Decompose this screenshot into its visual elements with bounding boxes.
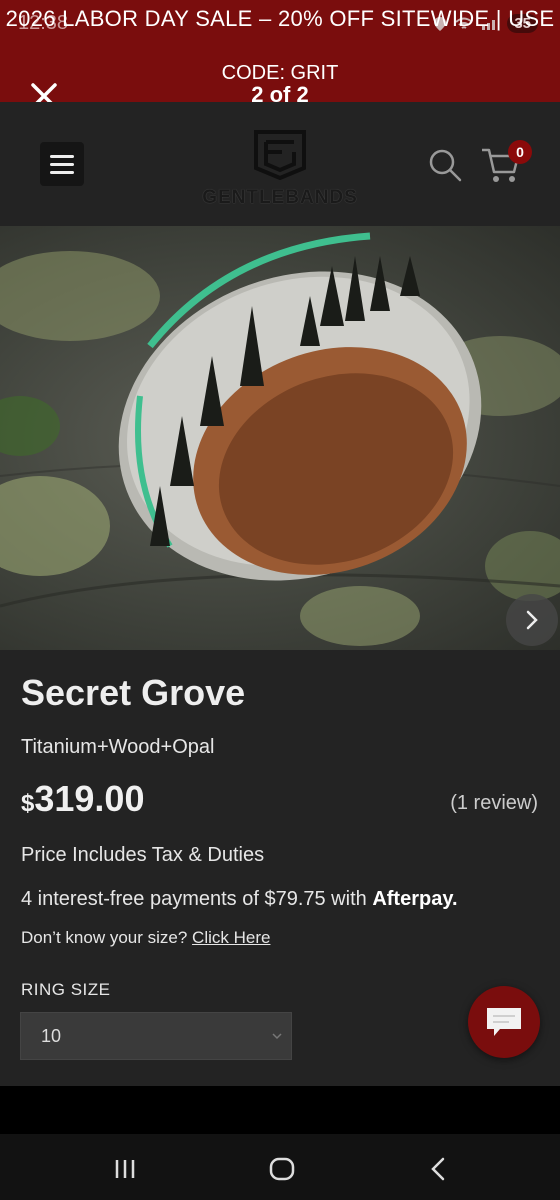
size-help: Don’t know your size? Click Here bbox=[21, 928, 270, 948]
site-header: GENTLEBANDS 0 bbox=[0, 102, 560, 226]
product-image[interactable] bbox=[0, 226, 560, 650]
afterpay-brand[interactable]: Afterpay. bbox=[372, 888, 457, 910]
ring-illustration bbox=[0, 232, 560, 646]
promo-text-line1[interactable]: 2026 LABOR DAY SALE – 20% OFF SITEWIDE |… bbox=[0, 6, 560, 32]
recent-apps-icon[interactable] bbox=[110, 1154, 140, 1184]
cart-count-badge: 0 bbox=[508, 140, 532, 164]
tax-note: Price Includes Tax & Duties bbox=[21, 844, 265, 866]
ring-size-select[interactable]: 10 bbox=[20, 1012, 292, 1060]
logo-text: GENTLEBANDS bbox=[202, 187, 358, 208]
ring-size-value: 10 bbox=[41, 1026, 62, 1046]
menu-icon-bar bbox=[50, 170, 74, 174]
product-material: Titanium+Wood+Opal bbox=[21, 736, 215, 758]
chevron-down-icon bbox=[272, 1033, 282, 1040]
logo-mark-icon bbox=[254, 130, 306, 181]
ring-size-label: RING SIZE bbox=[21, 980, 111, 999]
menu-icon-bar bbox=[50, 162, 74, 166]
home-icon[interactable] bbox=[267, 1154, 297, 1184]
logo[interactable]: GENTLEBANDS bbox=[200, 128, 360, 209]
afterpay-text: 4 interest-free payments of $79.75 with bbox=[21, 888, 367, 910]
size-guide-link[interactable]: Click Here bbox=[192, 928, 270, 947]
price-currency: $ bbox=[21, 790, 35, 817]
promo-banner: 12:38 35 2026 LABOR DAY SALE – 20% OFF S… bbox=[0, 0, 560, 109]
next-image-button[interactable] bbox=[506, 594, 558, 646]
menu-button[interactable] bbox=[40, 142, 84, 186]
chat-bubble-icon bbox=[487, 1008, 521, 1036]
menu-icon-bar bbox=[50, 154, 74, 158]
chevron-right-icon bbox=[526, 610, 538, 630]
size-help-text: Don’t know your size? bbox=[21, 928, 188, 947]
system-nav-bar bbox=[0, 1134, 560, 1200]
chat-button[interactable] bbox=[468, 986, 540, 1058]
product-price: $319.00 bbox=[21, 778, 144, 820]
back-icon[interactable] bbox=[424, 1154, 454, 1184]
afterpay-info[interactable]: 4 interest-free payments of $79.75 with … bbox=[21, 888, 458, 911]
search-icon[interactable] bbox=[428, 148, 462, 182]
price-amount: 319.00 bbox=[34, 778, 145, 819]
page-bottom-band bbox=[0, 1086, 560, 1134]
reviews-link[interactable]: (1 review) bbox=[450, 792, 538, 815]
product-title: Secret Grove bbox=[21, 672, 246, 713]
